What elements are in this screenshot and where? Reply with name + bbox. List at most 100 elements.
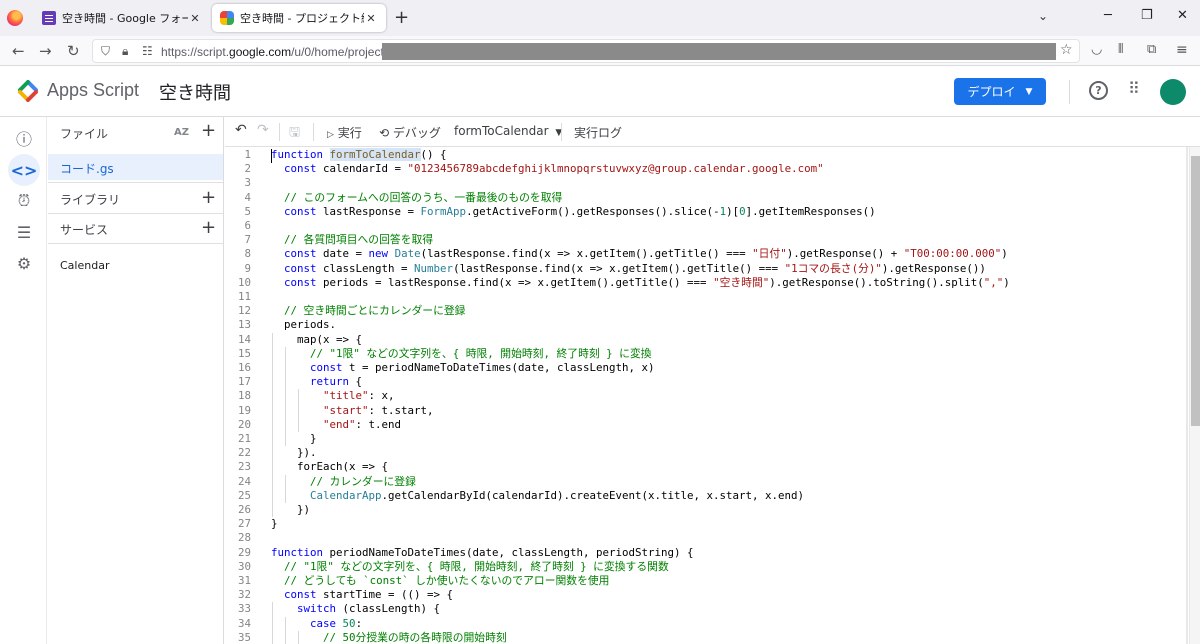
shield-icon[interactable]: ⛉ (101, 44, 110, 59)
triggers-alarm-icon[interactable]: ⏰︎ (8, 185, 40, 217)
code-line[interactable]: 30 // "1限" などの文字列を、{ 時限, 開始時刻, 終了時刻 } に変… (225, 560, 1185, 574)
deploy-button[interactable]: デプロイ ▼ (954, 78, 1046, 105)
add-service-icon[interactable]: + (201, 219, 216, 237)
code-editor[interactable]: 1 function formToCalendar() {2 const cale… (225, 147, 1200, 644)
overview-info-icon[interactable]: ⓘ (8, 122, 40, 154)
line-number: 31 (237, 574, 251, 587)
avatar[interactable] (1160, 79, 1186, 105)
editor-code-icon[interactable]: <> (8, 154, 40, 186)
apps-script-logo-icon[interactable] (16, 80, 40, 102)
close-icon[interactable]: ✕ (364, 12, 378, 25)
reload-icon[interactable]: ↻ (67, 42, 80, 60)
minimize-icon[interactable]: ─ (1104, 8, 1112, 23)
line-number: 16 (237, 361, 251, 374)
services-section-title: サービス (60, 223, 109, 237)
code-line[interactable]: 20 "end": t.end (225, 417, 1185, 432)
add-library-icon[interactable]: + (201, 189, 216, 207)
forward-icon[interactable]: → (39, 42, 52, 60)
save-icon[interactable]: 🖫 (289, 123, 300, 145)
function-select-value: formToCalendar (454, 124, 549, 138)
code-line[interactable]: 32 const startTime = (() => { (225, 588, 1185, 602)
debug-button[interactable]: ⟲ デバッグ (379, 124, 441, 141)
execution-log-button[interactable]: 実行ログ (574, 124, 622, 141)
line-number: 18 (237, 389, 251, 403)
file-item-code-gs[interactable]: コード.gs (48, 154, 223, 180)
code-line[interactable]: 14 map(x => { (225, 332, 1185, 347)
code-line[interactable]: 1 function formToCalendar() { (225, 148, 1185, 162)
code-text: const calendarId = "0123456789abcdefghij… (284, 162, 824, 176)
permissions-icon[interactable]: ☷ (142, 44, 153, 58)
tab-apps-script[interactable]: 空き時間 - プロジェクト編集者 - Ap ✕ (212, 4, 386, 32)
code-line[interactable]: 35 // 50分授業の時の各時限の開始時刻 (225, 630, 1185, 644)
back-icon[interactable]: ← (12, 42, 25, 60)
menu-icon[interactable]: ≡ (1176, 42, 1188, 58)
overview-ruler (1186, 147, 1188, 644)
code-line[interactable]: 16 const t = periodNameToDateTimes(date,… (225, 361, 1185, 376)
code-line[interactable]: 34 case 50: (225, 616, 1185, 631)
code-line[interactable]: 7 // 各質問項目への回答を取得 (225, 233, 1185, 247)
sort-az-icon[interactable]: AZ (174, 127, 189, 138)
address-bar[interactable]: ⛉ 🔒︎ ☷ https://script.google.com/u/0/hom… (92, 39, 1080, 63)
code-line[interactable]: 4 // このフォームへの回答のうち、一番最後のものを取得 (225, 191, 1185, 205)
code-line[interactable]: 21 } (225, 432, 1185, 447)
run-button[interactable]: ▷ 実行 (327, 124, 362, 141)
line-number: 32 (237, 588, 251, 602)
code-line[interactable]: 33 switch (classLength) { (225, 602, 1185, 617)
code-line[interactable]: 11 (225, 290, 1185, 304)
bookmark-star-icon[interactable]: ☆ (1060, 42, 1073, 58)
undo-icon[interactable]: ↶ (235, 122, 247, 138)
code-line[interactable]: 9 const classLength = Number(lastRespons… (225, 262, 1185, 276)
code-line[interactable]: 25 CalendarApp.getCalendarById(calendarI… (225, 488, 1185, 503)
tab-google-forms[interactable]: 空き時間 - Google フォーム ✕ (34, 4, 210, 32)
left-rail: ⓘ <> ⏰︎ ☰ ⚙ (0, 117, 47, 644)
project-title[interactable]: 空き時間 (159, 79, 231, 105)
apps-grid-icon[interactable]: ⠿ (1128, 79, 1140, 98)
pocket-icon[interactable]: ◡ (1091, 42, 1102, 57)
url-text: https://script.google.com/u/0/home/proje… (161, 45, 394, 59)
extensions-icon[interactable]: ⧉ (1147, 42, 1156, 57)
restore-icon[interactable]: ❐ (1141, 8, 1153, 23)
close-icon[interactable]: ✕ (188, 12, 202, 25)
code-line[interactable]: 28 (225, 531, 1185, 545)
code-line[interactable]: 18 "title": x, (225, 389, 1185, 404)
scrollbar-thumb[interactable] (1191, 156, 1200, 426)
code-text: const lastResponse = FormApp.getActiveFo… (284, 204, 876, 218)
code-text: // "1限" などの文字列を、{ 時限, 開始時刻, 終了時刻 } に変換 (310, 346, 652, 360)
code-line[interactable]: 3 (225, 176, 1185, 190)
settings-gear-icon[interactable]: ⚙ (8, 247, 40, 279)
lock-icon[interactable]: 🔒︎ (122, 44, 128, 59)
code-line[interactable]: 27} (225, 517, 1185, 531)
code-line[interactable]: 19 "start": t.start, (225, 403, 1185, 418)
service-item-calendar[interactable]: Calendar (60, 259, 109, 272)
help-icon[interactable]: ? (1089, 81, 1108, 100)
vertical-scrollbar[interactable] (1189, 147, 1200, 644)
code-text: periods. (271, 318, 337, 332)
code-line[interactable]: 24 // カレンダーに登録 (225, 474, 1185, 489)
library-icon[interactable]: ⫴ (1118, 42, 1123, 57)
code-line[interactable]: 8 const date = new Date(lastResponse.fin… (225, 247, 1185, 261)
redo-icon[interactable]: ↷ (257, 122, 269, 138)
new-tab-icon[interactable]: + (394, 7, 409, 28)
executions-list-icon[interactable]: ☰ (8, 216, 40, 248)
code-line[interactable]: 10 const periods = lastResponse.find(x =… (225, 276, 1185, 290)
code-line[interactable]: 13 periods. (225, 318, 1185, 332)
code-line[interactable]: 22 }). (225, 446, 1185, 461)
code-line[interactable]: 23 forEach(x => { (225, 460, 1185, 475)
code-line[interactable]: 31 // どうしても `const` しか使いたくないのでアロー関数を使用 (225, 574, 1185, 588)
code-line[interactable]: 12 // 空き時間ごとにカレンダーに登録 (225, 304, 1185, 318)
code-line[interactable]: 2 const calendarId = "0123456789abcdefgh… (225, 162, 1185, 176)
code-line[interactable]: 6 (225, 219, 1185, 233)
code-line[interactable]: 29 function periodNameToDateTimes(date, c… (225, 546, 1185, 560)
code-line[interactable]: 5 const lastResponse = FormApp.getActive… (225, 205, 1185, 219)
code-line[interactable]: 26 }) (225, 503, 1185, 518)
function-select[interactable]: formToCalendar ▼ (454, 124, 562, 138)
firefox-icon[interactable] (7, 10, 23, 26)
code-line[interactable]: 17 return { (225, 375, 1185, 390)
window-close-icon[interactable]: ✕ (1177, 8, 1188, 23)
chevron-down-icon[interactable]: ⌄ (1038, 9, 1048, 23)
line-number: 7 (244, 233, 251, 247)
line-number: 14 (237, 332, 251, 346)
add-file-icon[interactable]: + (201, 122, 216, 140)
code-text: "title": x, (323, 389, 395, 403)
code-line[interactable]: 15 // "1限" などの文字列を、{ 時限, 開始時刻, 終了時刻 } に変… (225, 346, 1185, 361)
